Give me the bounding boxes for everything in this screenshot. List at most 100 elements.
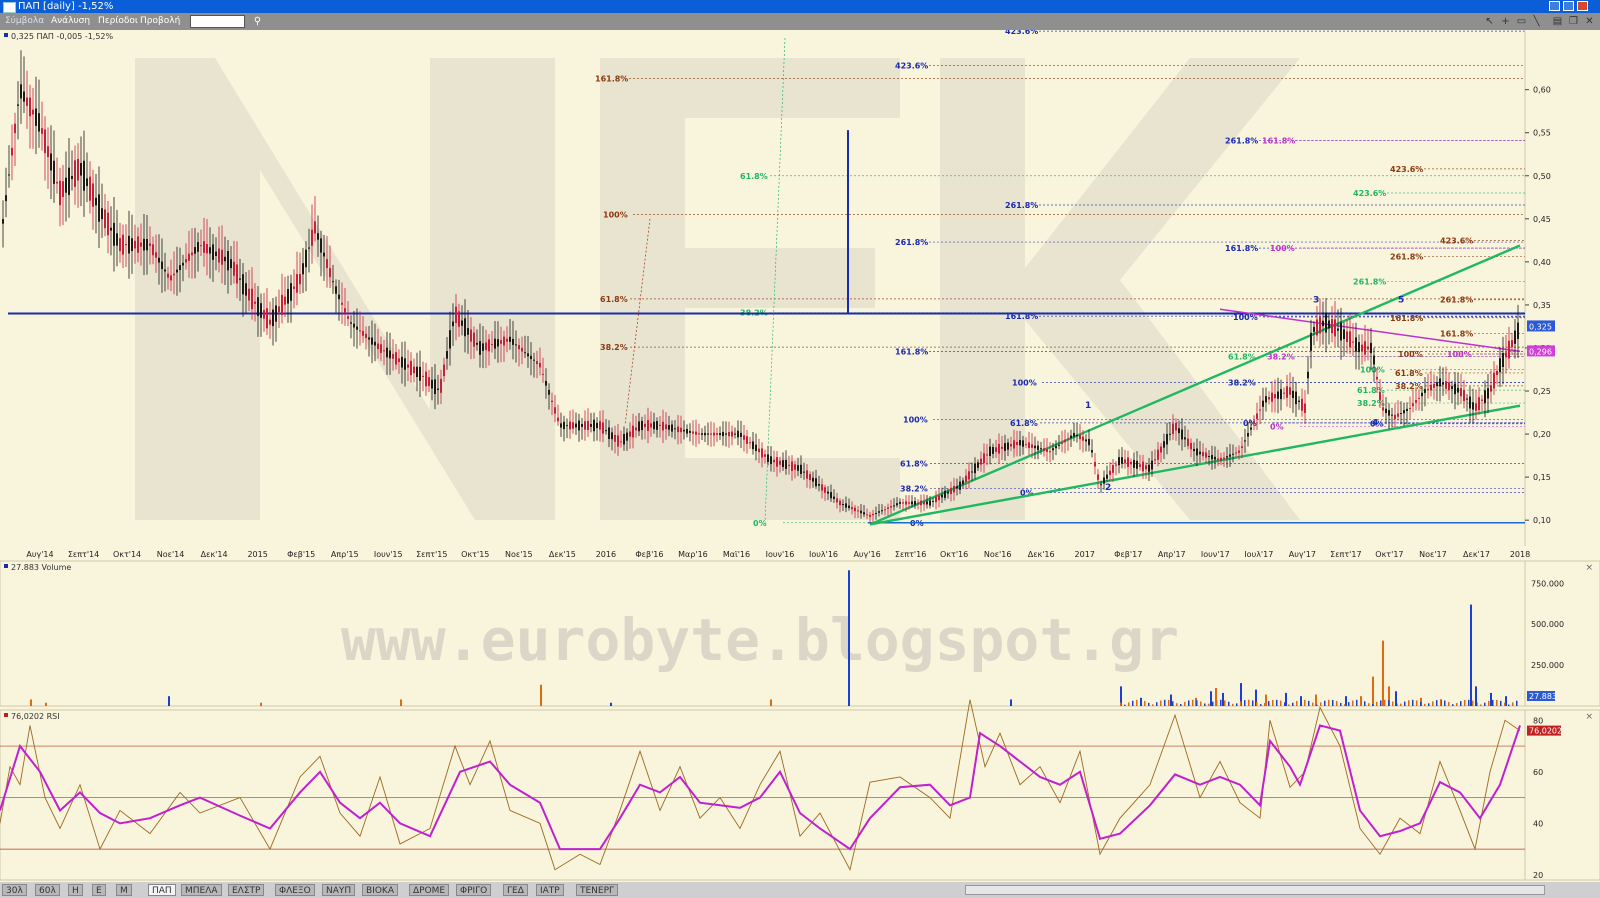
price-x-label-23: Δεκ'16 — [1028, 550, 1055, 559]
close-icon[interactable] — [1577, 1, 1588, 11]
candle-body — [560, 423, 562, 428]
fib-label-5: 61.8% — [740, 172, 768, 181]
symbol-tab-15[interactable]: ΤΕΝΕΡΓ — [576, 884, 619, 896]
candle-body — [1463, 390, 1465, 402]
candle-body — [233, 261, 235, 276]
symbol-tab-0[interactable]: 30λ — [2, 884, 27, 896]
fib-label-35: 38.2% — [1357, 399, 1385, 408]
candle-body — [26, 97, 28, 106]
search-icon[interactable]: ⚲ — [252, 16, 263, 27]
volume-bar — [1360, 700, 1362, 706]
candle-body — [29, 97, 31, 117]
candle-body — [737, 430, 739, 438]
maximize-icon[interactable] — [1563, 1, 1574, 11]
price-x-label-7: Απρ'15 — [331, 550, 359, 559]
candle-body — [890, 506, 892, 508]
elliott-wave-label-4: 5 — [1398, 295, 1404, 305]
candle-body — [1439, 378, 1441, 387]
candle-body — [1202, 451, 1204, 457]
candle-body — [1085, 439, 1087, 442]
chart-area[interactable]: 0,600,550,500,450,400,350,300,250,200,15… — [0, 30, 1600, 882]
price-x-label-25: Φεβ'17 — [1114, 550, 1142, 559]
candle-body — [1505, 352, 1507, 358]
symbol-tab-14[interactable]: ΙΑΤΡ — [536, 884, 564, 896]
symbol-tab-13[interactable]: ΓΕΔ — [503, 884, 528, 896]
candle-body — [11, 147, 13, 156]
candle-body — [932, 500, 934, 502]
symbol-tab-7[interactable]: ΕΛΣΤΡ — [228, 884, 265, 896]
symbol-tab-12[interactable]: ΦΡΙΓΟ — [456, 884, 492, 896]
symbol-tab-10[interactable]: ΒΙΟΚΑ — [362, 884, 398, 896]
candle-body — [1295, 391, 1297, 405]
candle-body — [140, 242, 142, 247]
symbol-tab-3[interactable]: Ε — [92, 884, 106, 896]
symbol-tab-1[interactable]: 60λ — [35, 884, 60, 896]
candle-body — [1193, 448, 1195, 452]
volume-bar — [1140, 699, 1142, 706]
symbol-tab-9[interactable]: ΝΑΥΠ — [322, 884, 356, 896]
candle-body — [314, 221, 316, 234]
candle-body — [686, 428, 688, 434]
candle-body — [1160, 446, 1162, 453]
symbol-tab-8[interactable]: ΦΛΕΞΟ — [275, 884, 315, 896]
symbol-search-input[interactable] — [190, 15, 245, 28]
restore-icon[interactable]: ❐ — [1568, 16, 1579, 27]
crosshair-tool-icon[interactable]: + — [1500, 16, 1511, 27]
candle-body — [1121, 457, 1123, 464]
symbol-tab-5[interactable]: ΠΑΠ — [148, 884, 176, 896]
candle-body — [317, 233, 319, 240]
menu-view[interactable]: Προβολή — [140, 16, 180, 26]
candle-body — [539, 363, 541, 368]
symbol-tab-2[interactable]: Η — [68, 884, 83, 896]
fib-label-24: 161.8% — [895, 347, 928, 356]
menu-periods[interactable]: Περίοδοι — [98, 16, 138, 26]
line-tool-icon[interactable]: ╲ — [1531, 16, 1542, 27]
candle-body — [755, 444, 757, 452]
candle-body — [851, 507, 853, 510]
menu-symbols[interactable]: Σύμβολα — [5, 16, 44, 26]
candle-body — [878, 511, 880, 513]
candle-body — [458, 311, 460, 327]
symbol-tab-6[interactable]: ΜΠΕΛΑ — [181, 884, 222, 896]
candle-body — [809, 474, 811, 481]
volume-bar — [1372, 703, 1374, 706]
candle-body — [938, 495, 940, 501]
candle-body — [167, 273, 169, 278]
candle-body — [1487, 388, 1489, 399]
menu-analysis[interactable]: Ανάλυση — [51, 16, 90, 26]
candle-body — [374, 341, 376, 346]
candle-body — [650, 423, 652, 428]
rectangle-tool-icon[interactable]: ▭ — [1516, 16, 1527, 27]
candle-body — [1040, 448, 1042, 450]
minimize-icon[interactable] — [1549, 1, 1560, 11]
candle-body — [341, 302, 343, 305]
horizontal-scrollbar[interactable] — [965, 885, 1545, 895]
candle-body — [866, 514, 868, 516]
candle-body — [47, 146, 49, 158]
candle-body — [2, 219, 4, 224]
candle-body — [1196, 448, 1198, 456]
cursor-tool-icon[interactable]: ↖ — [1484, 16, 1495, 27]
candle-body — [398, 358, 400, 363]
candle-body — [1475, 403, 1477, 411]
candle-body — [566, 425, 568, 427]
volume-bar — [1170, 694, 1172, 706]
candle-body — [1274, 394, 1276, 399]
candle-body — [515, 344, 517, 346]
candle-body — [122, 234, 124, 255]
symbol-tab-4[interactable]: Μ — [116, 884, 132, 896]
candle-body — [746, 436, 748, 444]
candle-body — [20, 84, 22, 99]
close-chart-icon[interactable]: ✕ — [1584, 16, 1595, 27]
candle-body — [1007, 442, 1009, 450]
candle-body — [473, 332, 475, 347]
candle-body — [1490, 385, 1492, 392]
elliott-wave-label-3: 4 — [1372, 418, 1378, 428]
candle-body — [803, 471, 805, 473]
layout-icon[interactable]: ▤ — [1552, 16, 1563, 27]
candle-body — [1418, 397, 1420, 399]
symbol-tab-11[interactable]: ΔΡΟΜΕ — [409, 884, 450, 896]
candle-body — [1013, 440, 1015, 449]
fib-label-4: 161.8% — [1262, 136, 1295, 145]
candle-body — [1424, 389, 1426, 393]
